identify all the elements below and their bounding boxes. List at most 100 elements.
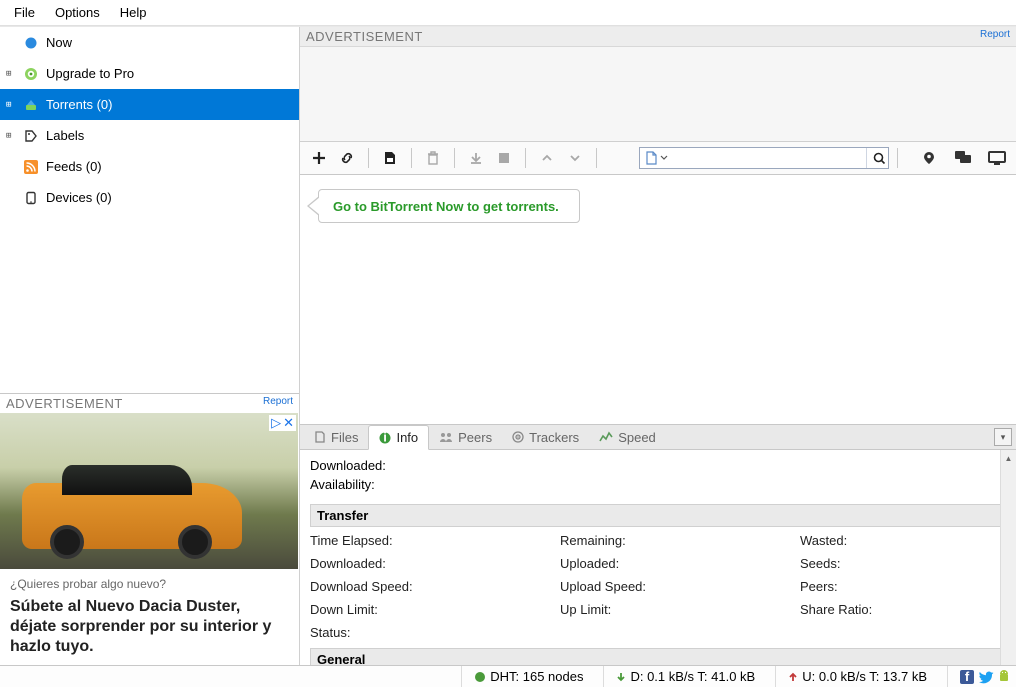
availability-label: Availability:: [310, 475, 1006, 498]
sidebar-item-label: Labels: [46, 128, 84, 143]
delete-button[interactable]: [420, 146, 446, 170]
sidebar-item-label: Now: [46, 35, 72, 50]
menu-help[interactable]: Help: [112, 3, 155, 22]
ad-image[interactable]: ▷✕: [0, 413, 298, 569]
tab-trackers[interactable]: Trackers: [502, 426, 589, 449]
create-torrent-button[interactable]: [377, 146, 403, 170]
facebook-icon[interactable]: f: [960, 670, 974, 684]
upload-icon: [788, 672, 798, 682]
sidebar-item-devices[interactable]: Devices (0): [0, 182, 299, 213]
chat-button[interactable]: [950, 146, 976, 170]
file-icon: [644, 151, 658, 165]
ad-label: ADVERTISEMENT: [306, 29, 423, 44]
wasted-label: Wasted:: [800, 531, 1006, 550]
speed-icon: [599, 431, 613, 443]
tab-files[interactable]: Files: [304, 426, 368, 449]
chevron-down-icon[interactable]: [660, 151, 668, 165]
sidebar-item-label: Feeds (0): [46, 159, 102, 174]
android-icon[interactable]: [998, 670, 1010, 684]
torrents-icon: [24, 98, 38, 112]
transfer-section-header: Transfer: [310, 504, 1006, 527]
top-advertisement: ADVERTISEMENT Report: [300, 27, 1016, 142]
info-panel: ▲ Downloaded: Availability: Transfer Tim…: [300, 450, 1016, 665]
ad-report-link[interactable]: Report: [263, 396, 293, 411]
down-limit-label: Down Limit:: [310, 600, 540, 619]
sidebar-item-label: Upgrade to Pro: [46, 66, 134, 81]
upload-status[interactable]: U: 0.0 kB/s T: 13.7 kB: [775, 666, 927, 687]
remote-button[interactable]: [984, 146, 1010, 170]
rss-icon: [24, 160, 38, 174]
stop-button[interactable]: [491, 146, 517, 170]
download-icon: [616, 672, 626, 682]
download-status[interactable]: D: 0.1 kB/s T: 41.0 kB: [603, 666, 755, 687]
svg-text:i: i: [384, 432, 388, 444]
sidebar-item-upgrade[interactable]: ⊞ Upgrade to Pro: [0, 58, 299, 89]
seeds-label: Seeds:: [800, 554, 1006, 573]
ad-subtitle: ¿Quieres probar algo nuevo?: [10, 577, 289, 591]
move-down-button[interactable]: [562, 146, 588, 170]
ad-headline[interactable]: Súbete al Nuevo Dacia Duster, déjate sor…: [10, 597, 289, 657]
upgrade-icon: [24, 67, 38, 81]
detail-tabs: Files i Info Peers Trackers Speed ▾: [300, 424, 1016, 450]
sidebar: Now ⊞ Upgrade to Pro ⊞ Torrents (0) ⊞ La…: [0, 27, 300, 665]
uploaded-label: Uploaded:: [560, 554, 780, 573]
toolbar: [300, 142, 1016, 175]
files-icon: [314, 431, 326, 443]
search-button[interactable]: [866, 148, 888, 168]
search-input[interactable]: [668, 151, 866, 165]
tab-peers[interactable]: Peers: [429, 426, 502, 449]
scrollbar[interactable]: ▲: [1000, 450, 1016, 665]
start-button[interactable]: [463, 146, 489, 170]
ad-report-link[interactable]: Report: [980, 29, 1010, 44]
expand-icon[interactable]: ⊞: [6, 131, 16, 141]
info-icon: i: [379, 432, 391, 444]
sidebar-item-labels[interactable]: ⊞ Labels: [0, 120, 299, 151]
ad-label: ADVERTISEMENT: [6, 396, 123, 411]
dl-speed-label: Download Speed:: [310, 577, 540, 596]
dht-status[interactable]: DHT: 165 nodes: [461, 666, 583, 687]
sidebar-item-label: Devices (0): [46, 190, 112, 205]
social-links: f: [947, 666, 1010, 687]
tab-overflow-button[interactable]: ▾: [994, 428, 1012, 446]
sidebar-item-label: Torrents (0): [46, 97, 112, 112]
device-icon: [24, 191, 38, 205]
twitter-icon[interactable]: [978, 670, 994, 684]
sidebar-item-now[interactable]: Now: [0, 27, 299, 58]
expand-icon[interactable]: ⊞: [6, 69, 16, 79]
torrent-list-area: Go to BitTorrent Now to get torrents.: [300, 175, 1016, 424]
expand-icon[interactable]: ⊞: [6, 100, 16, 110]
move-up-button[interactable]: [534, 146, 560, 170]
sidebar-nav: Now ⊞ Upgrade to Pro ⊞ Torrents (0) ⊞ La…: [0, 27, 299, 393]
sidebar-item-feeds[interactable]: Feeds (0): [0, 151, 299, 182]
ul-speed-label: Upload Speed:: [560, 577, 780, 596]
up-limit-label: Up Limit:: [560, 600, 780, 619]
time-elapsed-label: Time Elapsed:: [310, 531, 540, 550]
tag-icon: [24, 129, 38, 143]
peers-icon: [439, 431, 453, 443]
svg-text:f: f: [965, 670, 970, 684]
search-box[interactable]: [639, 147, 889, 169]
general-section-header: General: [310, 648, 1006, 665]
tab-info[interactable]: i Info: [368, 425, 429, 450]
now-icon: [24, 36, 38, 50]
status-label: Status:: [310, 623, 540, 642]
downloaded2-label: Downloaded:: [310, 554, 540, 573]
sidebar-item-torrents[interactable]: ⊞ Torrents (0): [0, 89, 299, 120]
ad-choices[interactable]: ▷✕: [269, 415, 296, 431]
peers-label: Peers:: [800, 577, 1006, 596]
menu-options[interactable]: Options: [47, 3, 108, 22]
network-icon: [474, 671, 486, 683]
bundles-button[interactable]: [916, 146, 942, 170]
status-bar: DHT: 165 nodes D: 0.1 kB/s T: 41.0 kB U:…: [0, 665, 1016, 687]
tab-speed[interactable]: Speed: [589, 426, 666, 449]
trackers-icon: [512, 431, 524, 443]
remaining-label: Remaining:: [560, 531, 780, 550]
menu-file[interactable]: File: [6, 3, 43, 22]
content-pane: ADVERTISEMENT Report: [300, 27, 1016, 665]
add-url-button[interactable]: [334, 146, 360, 170]
add-torrent-button[interactable]: [306, 146, 332, 170]
promo-banner[interactable]: Go to BitTorrent Now to get torrents.: [318, 189, 580, 223]
sidebar-advertisement: ADVERTISEMENT Report ▷✕ ¿Quieres probar …: [0, 393, 299, 665]
downloaded-label: Downloaded:: [310, 456, 1006, 475]
menu-bar: File Options Help: [0, 0, 1016, 26]
